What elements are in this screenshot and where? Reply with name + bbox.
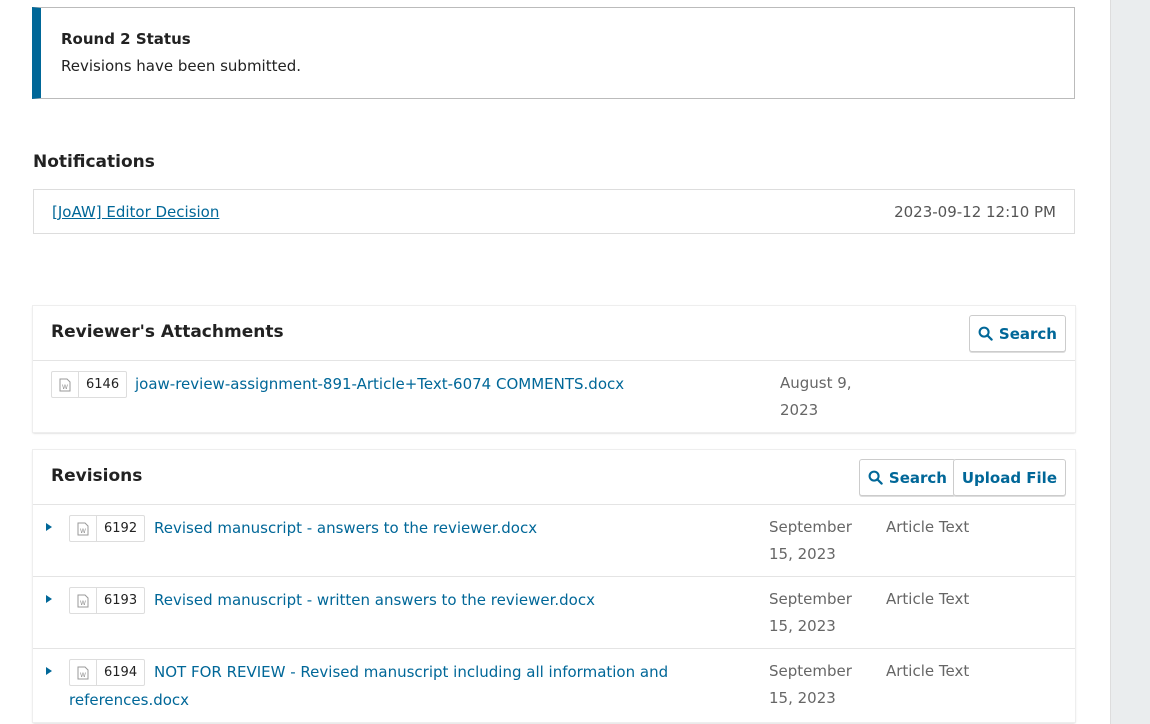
word-file-icon: W [70, 516, 97, 541]
file-date: September 15, 2023 [769, 590, 852, 635]
search-icon [978, 326, 993, 341]
svg-text:W: W [62, 384, 68, 391]
file-name-link[interactable]: Revised manuscript - written answers to … [154, 586, 595, 614]
file-name-link[interactable]: NOT FOR REVIEW - Revised manuscript incl… [69, 658, 669, 714]
table-row: W 6193 Revised manuscript - written answ… [33, 577, 1075, 649]
search-label: Search [888, 468, 947, 487]
reviewer-attachments-title: Reviewer's Attachments [51, 322, 284, 342]
file-genre: Article Text [886, 518, 970, 536]
panel-header: Reviewer's Attachments Search [33, 306, 1075, 361]
expand-arrow-icon[interactable] [46, 595, 52, 603]
notification-date: 2023-09-12 12:10 PM [894, 203, 1056, 221]
file-id: 6193 [104, 593, 138, 608]
word-file-icon: W [52, 372, 79, 397]
expand-arrow-icon[interactable] [46, 667, 52, 675]
revisions-search-button[interactable]: Search [858, 459, 956, 496]
file-genre: Article Text [886, 590, 970, 608]
file-name-link[interactable]: Revised manuscript - answers to the revi… [154, 514, 537, 542]
file-genre: Article Text [886, 662, 970, 680]
file-name-link[interactable]: joaw-review-assignment-891-Article+Text-… [135, 370, 624, 398]
revisions-title: Revisions [51, 466, 143, 486]
notification-item: [JoAW] Editor Decision 2023-09-12 12:10 … [33, 189, 1075, 234]
table-row: W 6194 NOT FOR REVIEW - Revised manuscri… [33, 649, 1075, 722]
notification-link[interactable]: [JoAW] Editor Decision [52, 203, 219, 221]
upload-file-button[interactable]: Upload File [952, 459, 1066, 496]
svg-text:W: W [80, 600, 86, 607]
file-date: August 9, 2023 [780, 374, 852, 419]
table-row: W 6192 Revised manuscript - answers to t… [33, 505, 1075, 577]
notifications-heading: Notifications [33, 152, 155, 172]
file-id: 6146 [86, 377, 120, 392]
file-date: September 15, 2023 [769, 662, 852, 707]
list-item: W 6146 joaw-review-assignment-891-Articl… [33, 361, 1075, 431]
file-date: September 15, 2023 [769, 518, 852, 563]
revisions-panel: Revisions Search Upload File W 6192 Revi… [33, 450, 1075, 722]
round-status-text: Revisions have been submitted. [61, 57, 301, 75]
reviewer-attachments-panel: Reviewer's Attachments Search W 6146 joa… [33, 306, 1075, 432]
panel-header: Revisions Search Upload File [33, 450, 1075, 505]
file-id: 6192 [104, 521, 138, 536]
file-badge: W 6146 [51, 371, 128, 398]
search-label: Search [998, 324, 1057, 343]
side-gutter [1110, 0, 1150, 724]
svg-text:W: W [80, 528, 86, 535]
round-status-box: Round 2 Status Revisions have been submi… [32, 7, 1075, 99]
round-status-title: Round 2 Status [61, 30, 191, 48]
file-badge: W 6193 [69, 587, 146, 614]
attachments-search-button[interactable]: Search [968, 315, 1066, 352]
upload-label: Upload File [961, 468, 1057, 487]
file-badge: W 6192 [69, 515, 146, 542]
expand-arrow-icon[interactable] [46, 523, 52, 531]
search-icon [868, 470, 883, 485]
word-file-icon: W [70, 588, 97, 613]
